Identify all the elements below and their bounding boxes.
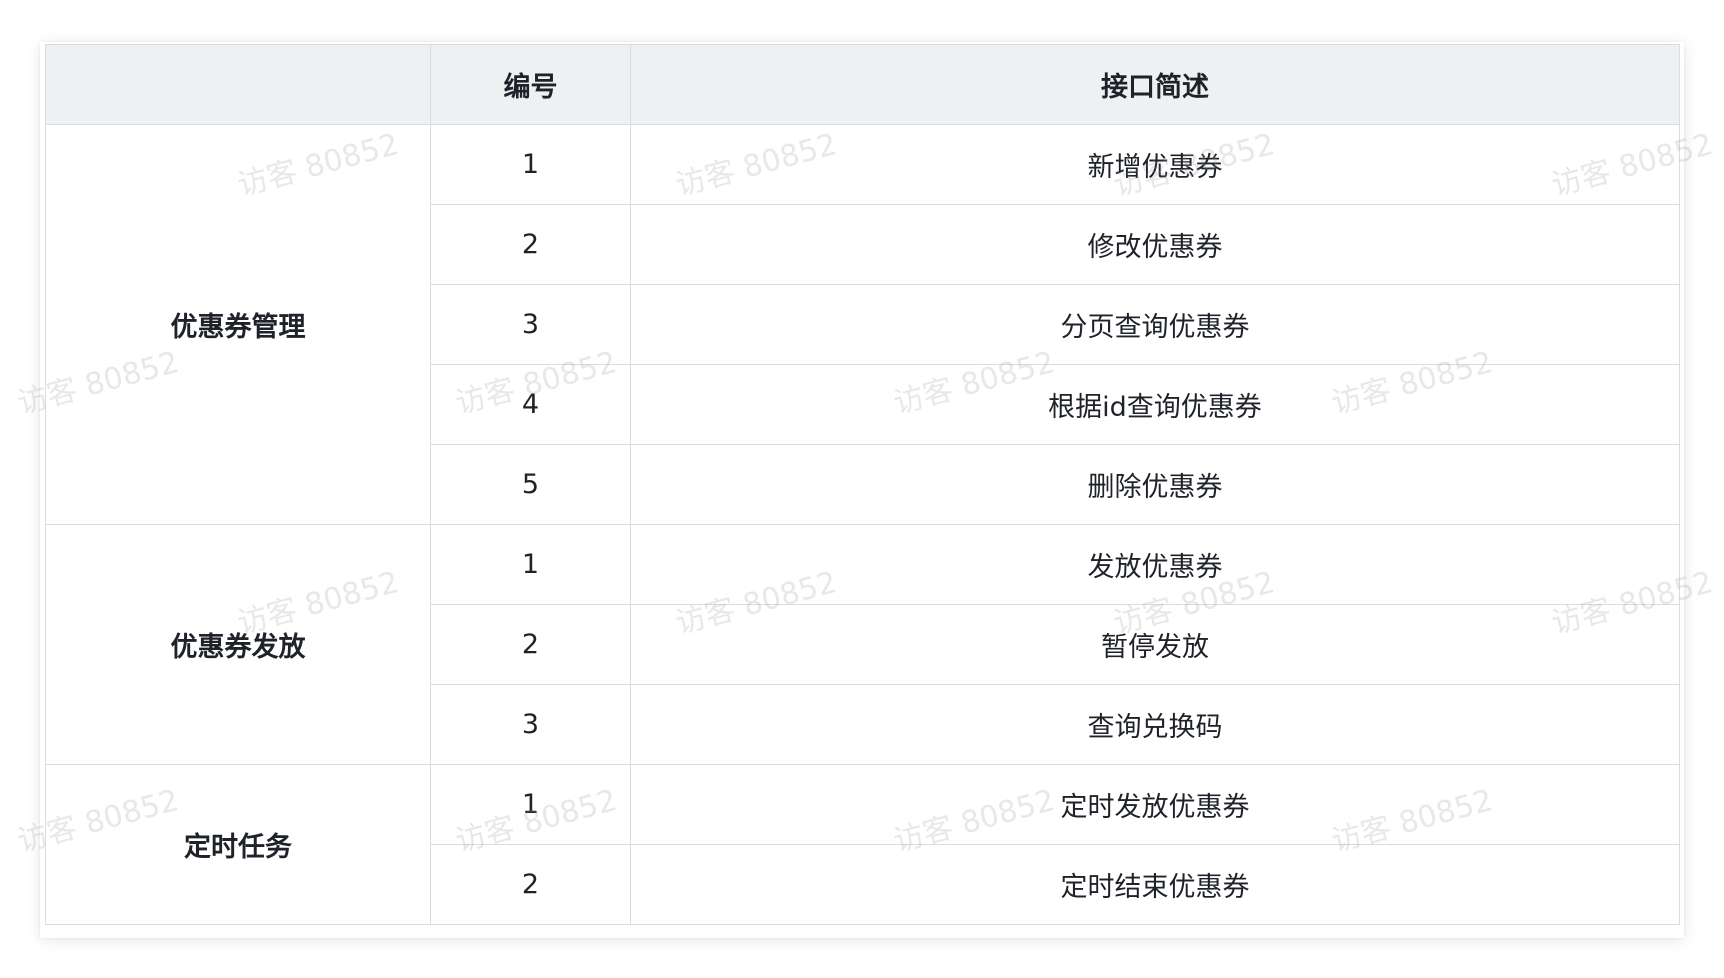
- row-description: 删除优惠券: [630, 444, 1680, 525]
- row-description: 分页查询优惠券: [630, 284, 1680, 365]
- row-number: 1: [430, 764, 631, 845]
- row-description: 暂停发放: [630, 604, 1680, 685]
- group-cell-coupon-issuance: 优惠券发放: [45, 524, 431, 765]
- row-number: 4: [430, 364, 631, 445]
- header-description: 接口简述: [630, 44, 1680, 125]
- row-description: 新增优惠券: [630, 124, 1680, 205]
- row-description: 定时结束优惠券: [630, 844, 1680, 925]
- api-table: 编号 接口简述 优惠券管理 1 新增优惠券 2 修改优惠券 3 分页查询优惠券: [45, 44, 1680, 925]
- row-description: 根据id查询优惠券: [630, 364, 1680, 445]
- row-number: 2: [430, 844, 631, 925]
- row-description: 修改优惠券: [630, 204, 1680, 285]
- row-description: 发放优惠券: [630, 524, 1680, 605]
- table-card: 编号 接口简述 优惠券管理 1 新增优惠券 2 修改优惠券 3 分页查询优惠券: [40, 42, 1684, 938]
- row-description: 查询兑换码: [630, 684, 1680, 765]
- row-number: 1: [430, 524, 631, 605]
- row-number: 2: [430, 204, 631, 285]
- row-number: 3: [430, 684, 631, 765]
- row-number: 3: [430, 284, 631, 365]
- row-description: 定时发放优惠券: [630, 764, 1680, 845]
- row-number: 5: [430, 444, 631, 525]
- page: 编号 接口简述 优惠券管理 1 新增优惠券 2 修改优惠券 3 分页查询优惠券: [0, 0, 1724, 978]
- table-header-row: 编号 接口简述: [45, 44, 1680, 125]
- group-cell-coupon-management: 优惠券管理: [45, 124, 431, 525]
- header-number: 编号: [430, 44, 631, 125]
- table-row: 优惠券发放 1 发放优惠券: [45, 524, 1680, 765]
- group-cell-scheduled-tasks: 定时任务: [45, 764, 431, 925]
- row-number: 2: [430, 604, 631, 685]
- header-group: [45, 44, 431, 125]
- table-row: 优惠券管理 1 新增优惠券: [45, 124, 1680, 525]
- row-number: 1: [430, 124, 631, 205]
- table-row: 定时任务 1 定时发放优惠券: [45, 764, 1680, 925]
